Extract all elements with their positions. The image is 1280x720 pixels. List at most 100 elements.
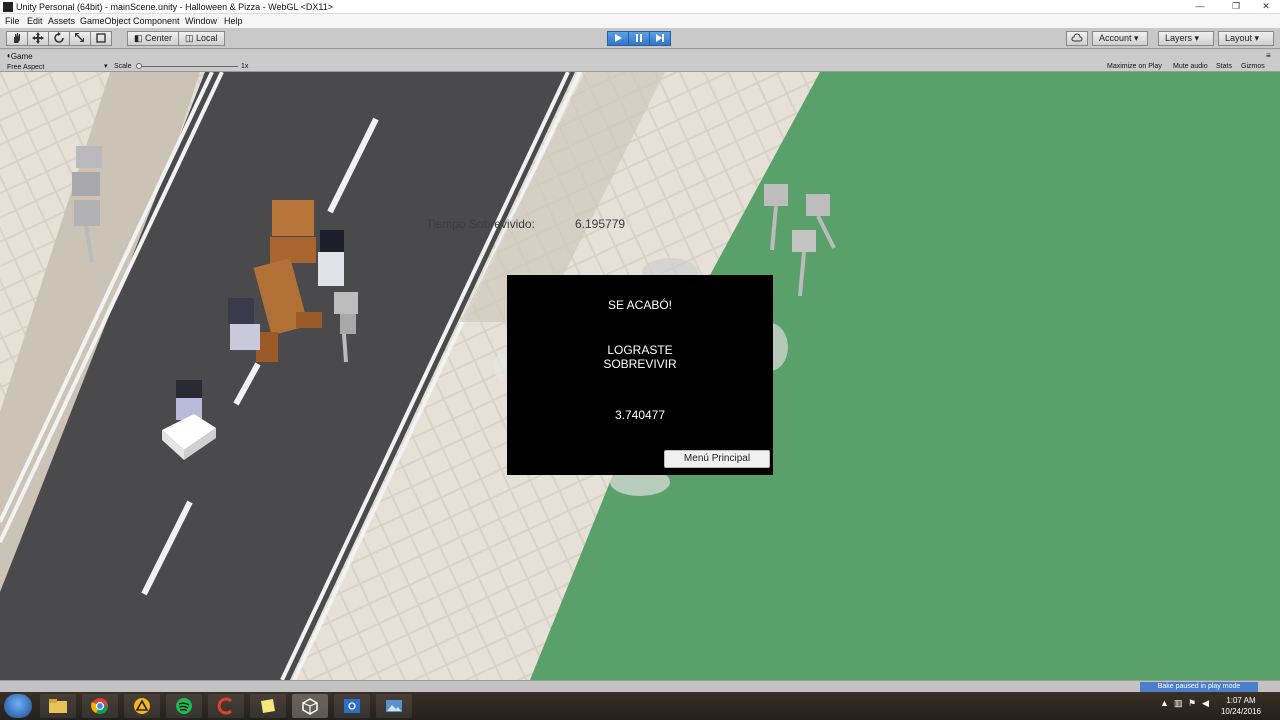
account-group: Account ▾	[1092, 31, 1148, 46]
taskbar-sticky-notes[interactable]	[250, 694, 286, 718]
taskbar-spotify[interactable]	[166, 694, 202, 718]
layout-group: Layout ▾	[1218, 31, 1274, 46]
survived-message-line1: LOGRASTE	[607, 343, 673, 357]
playmode-controls	[607, 31, 671, 46]
main-toolbar: ◧ Center ◫ Local Account ▾ Layers ▾ Layo…	[0, 28, 1280, 49]
game-viewport[interactable]: Tiempo Sobrevivido: 6.195779 SE ACABÓ! L…	[0, 72, 1280, 680]
step-icon	[656, 34, 664, 42]
play-button[interactable]	[607, 31, 629, 46]
close-button[interactable]: ✕	[1256, 0, 1276, 13]
game-tab-label: Game	[10, 52, 33, 61]
network-icon[interactable]: ▥	[1174, 698, 1183, 709]
bake-status: Bake paused in play mode	[1140, 682, 1258, 692]
main-menu-button[interactable]: Menú Principal	[664, 450, 770, 468]
menu-gameobject[interactable]: GameObject	[80, 15, 131, 27]
menu-window[interactable]: Window	[185, 15, 217, 27]
survival-time-value: 6.195779	[575, 217, 626, 231]
account-label: Account	[1099, 33, 1132, 43]
menu-edit[interactable]: Edit	[27, 15, 43, 27]
windows-taskbar: ▲ ▥ ⚑ ◀ 1:07 AM 10/24/2016	[0, 692, 1280, 720]
taskbar-file-explorer[interactable]	[40, 694, 76, 718]
cloud-icon	[1071, 33, 1083, 42]
app-icon	[134, 698, 150, 714]
editor-statusbar: Bake paused in play mode	[0, 680, 1280, 692]
restore-button[interactable]: ❐	[1226, 0, 1246, 13]
rect-tool-button[interactable]	[90, 31, 112, 46]
hand-tool-button[interactable]	[6, 31, 28, 46]
sticky-notes-icon	[261, 699, 275, 713]
menu-assets[interactable]: Assets	[48, 15, 75, 27]
move-icon	[32, 32, 44, 44]
spotify-icon	[176, 698, 192, 714]
scale-value: 1x	[241, 63, 249, 70]
chevron-down-icon: ▾	[1134, 33, 1139, 43]
menu-file[interactable]: File	[5, 15, 20, 27]
volume-icon[interactable]: ◀	[1202, 698, 1209, 709]
ghost-character	[318, 230, 344, 286]
scale-icon	[75, 33, 84, 42]
rotate-tool-button[interactable]	[48, 31, 70, 46]
play-icon	[615, 34, 622, 42]
window-titlebar: Unity Personal (64bit) - mainScene.unity…	[0, 0, 1280, 14]
menu-component[interactable]: Component	[133, 15, 180, 27]
cloud-button[interactable]	[1066, 31, 1088, 46]
photos-icon	[386, 700, 402, 712]
minimize-button[interactable]: —	[1190, 0, 1210, 13]
scale-slider-track	[138, 66, 238, 67]
game-tab[interactable]: ◖ Game	[6, 51, 33, 61]
game-over-panel: SE ACABÓ! LOGRASTE SOBREVIVIR 3.740477 M…	[507, 275, 773, 475]
mute-audio-toggle[interactable]: Mute audio	[1173, 62, 1208, 71]
maximize-on-play-toggle[interactable]: Maximize on Play	[1107, 62, 1162, 71]
taskbar-photos[interactable]	[376, 694, 412, 718]
rotate-icon	[54, 32, 64, 43]
game-view-tabbar: ◖ Game ≡	[0, 50, 1280, 61]
layers-dropdown[interactable]: Layers ▾	[1158, 31, 1214, 46]
hand-icon	[14, 33, 20, 43]
pivot-center-button[interactable]: ◧ Center	[127, 31, 180, 46]
window-title: Unity Personal (64bit) - mainScene.unity…	[16, 2, 333, 12]
taskbar-app[interactable]	[124, 694, 160, 718]
pivot-local-label: Local	[196, 33, 218, 43]
taskbar-screen-capture[interactable]	[334, 694, 370, 718]
unity-icon	[302, 698, 318, 715]
taskbar-unity[interactable]	[292, 694, 328, 718]
flag-icon[interactable]: ⚑	[1188, 698, 1196, 709]
account-dropdown[interactable]: Account ▾	[1092, 31, 1148, 46]
chevron-down-icon: ▾	[104, 63, 108, 70]
file-explorer-icon	[49, 699, 67, 713]
pause-icon	[636, 34, 642, 42]
tray-expand-icon[interactable]: ▲	[1160, 698, 1169, 708]
pivot-center-label: Center	[145, 33, 173, 43]
game-over-title: SE ACABÓ!	[607, 298, 673, 312]
menubar: File Edit Assets GameObject Component Wi…	[0, 14, 1280, 28]
taskbar-chrome[interactable]	[82, 694, 118, 718]
gizmos-dropdown[interactable]: Gizmos	[1241, 62, 1265, 71]
survived-message: LOGRASTE SOBREVIVIR	[507, 343, 773, 371]
chevron-down-icon: ▾	[1254, 33, 1260, 43]
scale-slider-handle[interactable]	[136, 63, 142, 69]
panel-menu-icon[interactable]: ≡	[1266, 51, 1271, 60]
layout-dropdown[interactable]: Layout ▾	[1218, 31, 1274, 46]
step-button[interactable]	[649, 31, 671, 46]
pivot-toggles: ◧ Center ◫ Local	[127, 31, 225, 46]
survival-time-label: Tiempo Sobrevivido:	[426, 217, 535, 231]
start-button[interactable]	[4, 694, 32, 718]
scale-label: Scale	[114, 63, 132, 70]
menu-help[interactable]: Help	[224, 15, 243, 27]
aspect-label: Free Aspect	[7, 64, 45, 71]
taskbar-ccleaner[interactable]	[208, 694, 244, 718]
layers-group: Layers ▾	[1158, 31, 1214, 46]
stats-toggle[interactable]: Stats	[1216, 62, 1232, 71]
chevron-down-icon: ▾	[1194, 33, 1200, 43]
transform-tools	[6, 31, 112, 46]
final-score: 3.740477	[614, 408, 666, 422]
pivot-local-button[interactable]: ◫ Local	[178, 31, 225, 46]
scale-tool-button[interactable]	[69, 31, 91, 46]
system-clock[interactable]: 1:07 AM 10/24/2016	[1216, 695, 1266, 717]
cloud-group	[1066, 31, 1088, 46]
clock-date: 10/24/2016	[1220, 707, 1262, 716]
pause-button[interactable]	[628, 31, 650, 46]
screen-capture-icon	[344, 699, 360, 713]
move-tool-button[interactable]	[27, 31, 49, 46]
chrome-icon	[91, 698, 109, 715]
